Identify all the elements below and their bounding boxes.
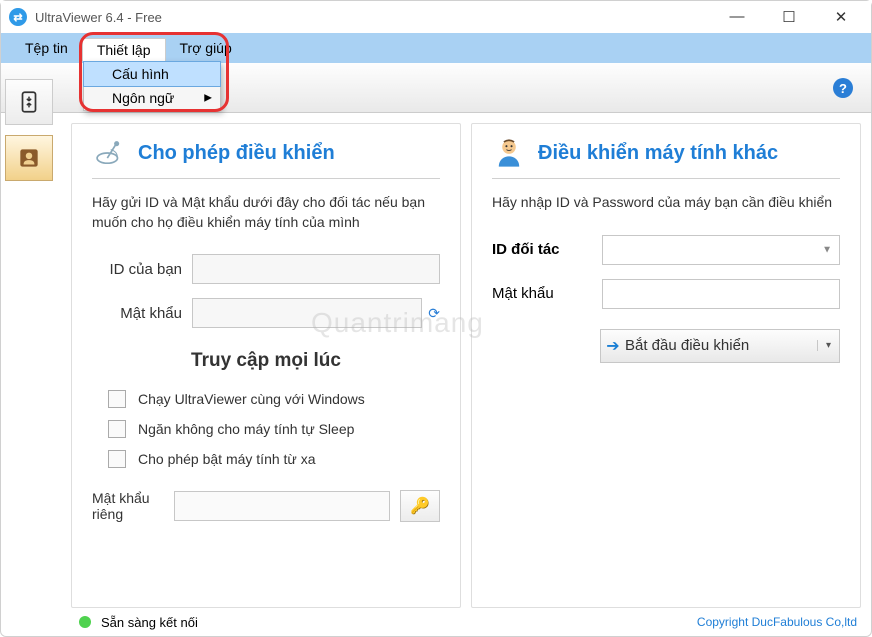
start-control-button[interactable]: ➔ Bắt đầu điều khiển ▾ [600, 329, 840, 363]
chk-nosleep-label: Ngăn không cho máy tính tự Sleep [138, 421, 354, 437]
status-bar: Sẵn sàng kết nối Copyright DucFabulous C… [71, 610, 865, 634]
sidebar [5, 73, 61, 181]
chk-wol-label: Cho phép bật máy tính từ xa [138, 451, 315, 467]
menu-help[interactable]: Trợ giúp [166, 37, 246, 59]
priv-pw-key-button[interactable]: 🔑 [400, 490, 440, 522]
partner-id-field[interactable] [602, 235, 840, 265]
minimize-button[interactable]: — [725, 8, 749, 26]
menu-settings[interactable]: Thiết lập [82, 38, 166, 61]
start-dropdown-caret[interactable]: ▾ [817, 340, 839, 351]
satellite-icon [92, 136, 126, 170]
refresh-pw-icon[interactable]: ⟳ [428, 305, 440, 322]
chk-nosleep[interactable] [108, 420, 126, 438]
control-other-desc: Hãy nhập ID và Password của máy bạn cần … [492, 193, 840, 213]
submenu-arrow-icon: ▶ [204, 93, 212, 104]
copyright-text: Copyright DucFabulous Co,ltd [697, 615, 857, 629]
sidebar-contacts[interactable] [5, 135, 53, 181]
key-icon: 🔑 [410, 496, 430, 516]
priv-pw-field[interactable] [174, 491, 390, 521]
status-text: Sẵn sàng kết nối [101, 615, 198, 630]
your-pw-label: Mật khẩu [92, 305, 192, 322]
help-icon[interactable]: ? [833, 78, 853, 98]
start-control-label: Bắt đầu điều khiển [625, 337, 817, 354]
dropdown-config[interactable]: Cấu hình [83, 61, 221, 87]
allow-control-panel: Cho phép điều khiển Hãy gửi ID và Mật kh… [71, 123, 461, 608]
chk-autostart[interactable] [108, 390, 126, 408]
control-other-title: Điều khiển máy tính khác [538, 142, 778, 165]
dropdown-language-label: Ngôn ngữ [112, 90, 174, 106]
titlebar: ⇄ UltraViewer 6.4 - Free — ☐ ✕ [1, 1, 871, 33]
window-title: UltraViewer 6.4 - Free [35, 10, 162, 25]
allow-control-desc: Hãy gửi ID và Mật khẩu dưới đây cho đối … [92, 193, 440, 232]
chk-wol[interactable] [108, 450, 126, 468]
menu-file[interactable]: Tệp tin [11, 37, 82, 59]
partner-id-label: ID đối tác [492, 241, 602, 258]
remote-icon [16, 89, 42, 115]
sidebar-remote[interactable] [5, 79, 53, 125]
settings-dropdown: Cấu hình Ngôn ngữ ▶ [83, 61, 221, 111]
dropdown-language[interactable]: Ngôn ngữ ▶ [84, 86, 220, 110]
control-other-panel: Điều khiển máy tính khác Hãy nhập ID và … [471, 123, 861, 608]
unattended-title: Truy cập mọi lúc [92, 350, 440, 372]
allow-control-title: Cho phép điều khiển [138, 142, 335, 165]
maximize-button[interactable]: ☐ [777, 8, 801, 26]
your-id-field[interactable] [192, 254, 440, 284]
chk-autostart-label: Chạy UltraViewer cùng với Windows [138, 391, 365, 407]
close-button[interactable]: ✕ [829, 8, 853, 26]
partner-pw-field[interactable] [602, 279, 840, 309]
app-icon: ⇄ [9, 8, 27, 26]
partner-pw-label: Mật khẩu [492, 285, 602, 302]
your-id-label: ID của bạn [92, 261, 192, 278]
user-icon [492, 136, 526, 170]
priv-pw-label: Mật khẩu riêng [92, 490, 164, 522]
menubar: Tệp tin Thiết lập Trợ giúp [1, 33, 871, 63]
your-pw-field[interactable] [192, 298, 422, 328]
contacts-icon [16, 145, 42, 171]
arrow-right-icon: ➔ [601, 336, 625, 356]
status-dot-icon [79, 616, 91, 628]
